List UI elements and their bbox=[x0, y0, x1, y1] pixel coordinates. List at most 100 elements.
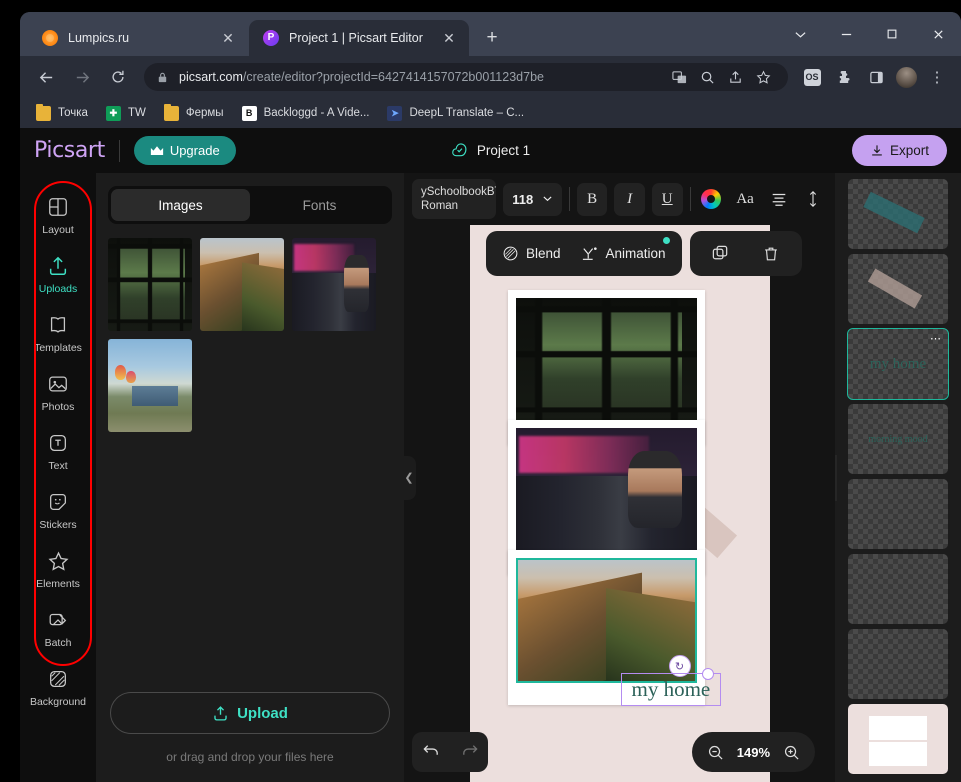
italic-button[interactable]: I bbox=[614, 182, 645, 216]
translate-icon[interactable] bbox=[666, 64, 692, 90]
redo-icon[interactable] bbox=[460, 740, 479, 764]
layer-neon-city-photo[interactable] bbox=[848, 554, 948, 624]
line-height-icon[interactable] bbox=[800, 184, 827, 214]
minimize-button[interactable] bbox=[823, 12, 869, 56]
sidebar-item-label: Batch bbox=[44, 637, 72, 649]
canvas-area: ySchoolbookBT-Roman 118 B I U Aa bbox=[404, 173, 835, 782]
puzzle-extension-icon[interactable] bbox=[831, 64, 857, 90]
blend-label: Blend bbox=[526, 246, 561, 261]
new-tab-button[interactable]: + bbox=[478, 24, 506, 52]
tab-images[interactable]: Images bbox=[111, 189, 250, 221]
artboard[interactable]: morning mood ↻ bbox=[469, 225, 770, 782]
animation-icon bbox=[582, 246, 597, 260]
share-icon[interactable] bbox=[722, 64, 748, 90]
upgrade-button[interactable]: Upgrade bbox=[133, 136, 236, 165]
sidebar-item-layout[interactable]: Layout bbox=[28, 187, 88, 241]
layer-morning-mood-text[interactable]: morning mood bbox=[848, 404, 948, 474]
close-window-button[interactable] bbox=[915, 12, 961, 56]
zoom-in-icon[interactable] bbox=[783, 744, 800, 761]
bookmark-tw[interactable]: ✚ TW bbox=[98, 101, 154, 125]
background-icon bbox=[47, 666, 69, 692]
layer-mountain-photo[interactable] bbox=[848, 479, 948, 549]
text-resize-handle[interactable] bbox=[701, 668, 714, 680]
uploads-thumbnail-grid bbox=[96, 224, 404, 692]
sidebar-item-background[interactable]: Background bbox=[28, 659, 88, 713]
layer-background[interactable] bbox=[848, 704, 948, 774]
divider bbox=[118, 139, 120, 162]
bookmark-deepl[interactable]: ➤ DeepL Translate – C... bbox=[379, 101, 532, 125]
stickers-icon bbox=[47, 489, 69, 515]
tab-close-button[interactable]: ✕ bbox=[439, 28, 459, 48]
color-wheel-icon[interactable] bbox=[697, 184, 724, 214]
tab-strip: Lumpics.ru ✕ Project 1 | Picsart Editor … bbox=[20, 12, 961, 56]
bookmark-fermy[interactable]: Фермы bbox=[156, 101, 232, 125]
artboard-viewport[interactable]: Blend Animation ↻ my home 149% bbox=[404, 225, 835, 782]
export-button[interactable]: Export bbox=[851, 135, 947, 166]
trash-icon[interactable] bbox=[756, 239, 786, 269]
sidebar-item-stickers[interactable]: Stickers bbox=[28, 482, 88, 536]
upload-thumb-window-view[interactable] bbox=[108, 238, 192, 331]
chevron-down-icon[interactable] bbox=[777, 12, 823, 56]
zoom-out-icon[interactable] bbox=[707, 744, 724, 761]
tab-fonts[interactable]: Fonts bbox=[250, 189, 389, 221]
forward-icon[interactable] bbox=[67, 62, 97, 92]
sidebar-item-elements[interactable]: Elements bbox=[28, 541, 88, 595]
sidebar-item-photos[interactable]: Photos bbox=[28, 364, 88, 418]
chrome-menu-icon[interactable]: ⋮ bbox=[924, 64, 950, 90]
neon-city-photo[interactable] bbox=[515, 428, 697, 553]
layer-label: morning mood bbox=[868, 433, 928, 445]
upload-thumb-mountain[interactable] bbox=[200, 238, 284, 331]
animation-button[interactable]: Animation bbox=[581, 236, 670, 262]
sidebar-item-label: Elements bbox=[36, 578, 80, 590]
upload-thumb-neon-city[interactable] bbox=[292, 238, 376, 331]
crown-icon bbox=[150, 145, 163, 155]
upload-button[interactable]: Upload bbox=[110, 692, 390, 734]
maximize-button[interactable] bbox=[869, 12, 915, 56]
back-icon[interactable] bbox=[31, 62, 61, 92]
picsart-icon bbox=[263, 30, 279, 46]
browser-tab-lumpics[interactable]: Lumpics.ru ✕ bbox=[28, 20, 248, 56]
profile-avatar[interactable] bbox=[896, 66, 917, 88]
sheets-icon: ✚ bbox=[105, 105, 121, 121]
drag-drop-hint: or drag and drop your files here bbox=[166, 750, 334, 764]
project-name-chip[interactable]: Project 1 bbox=[451, 142, 530, 159]
bold-button[interactable]: B bbox=[576, 182, 608, 216]
layer-teal-tape[interactable] bbox=[848, 179, 948, 249]
text-align-icon[interactable] bbox=[766, 184, 793, 214]
font-family-selector[interactable]: ySchoolbookBT-Roman bbox=[412, 179, 497, 219]
blend-button[interactable]: Blend bbox=[502, 245, 561, 262]
underline-button[interactable]: U bbox=[651, 182, 683, 216]
collapse-right-panel-button[interactable]: ❯ bbox=[835, 454, 837, 501]
sidebar-item-label: Text bbox=[48, 460, 68, 472]
bookmark-star-icon[interactable] bbox=[750, 64, 776, 90]
window-view-photo[interactable] bbox=[515, 298, 697, 423]
bookmark-tochka[interactable]: Точка bbox=[28, 101, 96, 125]
uploads-panel: Images Fonts Upload or drag and drop you… bbox=[96, 173, 416, 782]
layer-window-photo[interactable] bbox=[848, 629, 948, 699]
sidebar-item-templates[interactable]: Templates bbox=[28, 305, 88, 359]
tab-close-button[interactable]: ✕ bbox=[218, 28, 238, 48]
saved-cloud-icon bbox=[451, 143, 466, 157]
duplicate-icon[interactable] bbox=[706, 239, 736, 269]
font-size-selector[interactable]: 118 bbox=[503, 182, 562, 216]
upgrade-label: Upgrade bbox=[169, 143, 220, 158]
picsart-logo[interactable]: Picsart bbox=[34, 138, 105, 163]
search-icon[interactable] bbox=[694, 64, 720, 90]
collapse-left-panel-button[interactable]: ❮ bbox=[402, 455, 416, 500]
layer-my-home-text[interactable]: ⋯ my home bbox=[847, 328, 949, 400]
browser-tab-picsart[interactable]: Project 1 | Picsart Editor ✕ bbox=[249, 20, 469, 56]
bookmark-backloggd[interactable]: B Backloggd - A Vide... bbox=[234, 101, 378, 125]
os-extension-icon[interactable]: OS bbox=[799, 64, 825, 90]
sidebar-item-uploads[interactable]: Uploads bbox=[28, 246, 88, 300]
sidebar-item-text[interactable]: Text bbox=[28, 423, 88, 477]
layer-menu-icon[interactable]: ⋯ bbox=[930, 332, 942, 345]
chevron-down-icon bbox=[542, 192, 553, 207]
sidebar-item-batch[interactable]: Batch bbox=[28, 600, 88, 654]
url-input[interactable]: picsart.com/create/editor?projectId=6427… bbox=[144, 63, 788, 91]
layer-beige-tape[interactable] bbox=[848, 254, 948, 324]
side-panel-icon[interactable] bbox=[863, 64, 889, 90]
undo-icon[interactable] bbox=[422, 740, 441, 764]
upload-thumb-balloons[interactable] bbox=[108, 339, 192, 432]
text-case-icon[interactable]: Aa bbox=[732, 184, 759, 214]
reload-icon[interactable] bbox=[103, 62, 133, 92]
